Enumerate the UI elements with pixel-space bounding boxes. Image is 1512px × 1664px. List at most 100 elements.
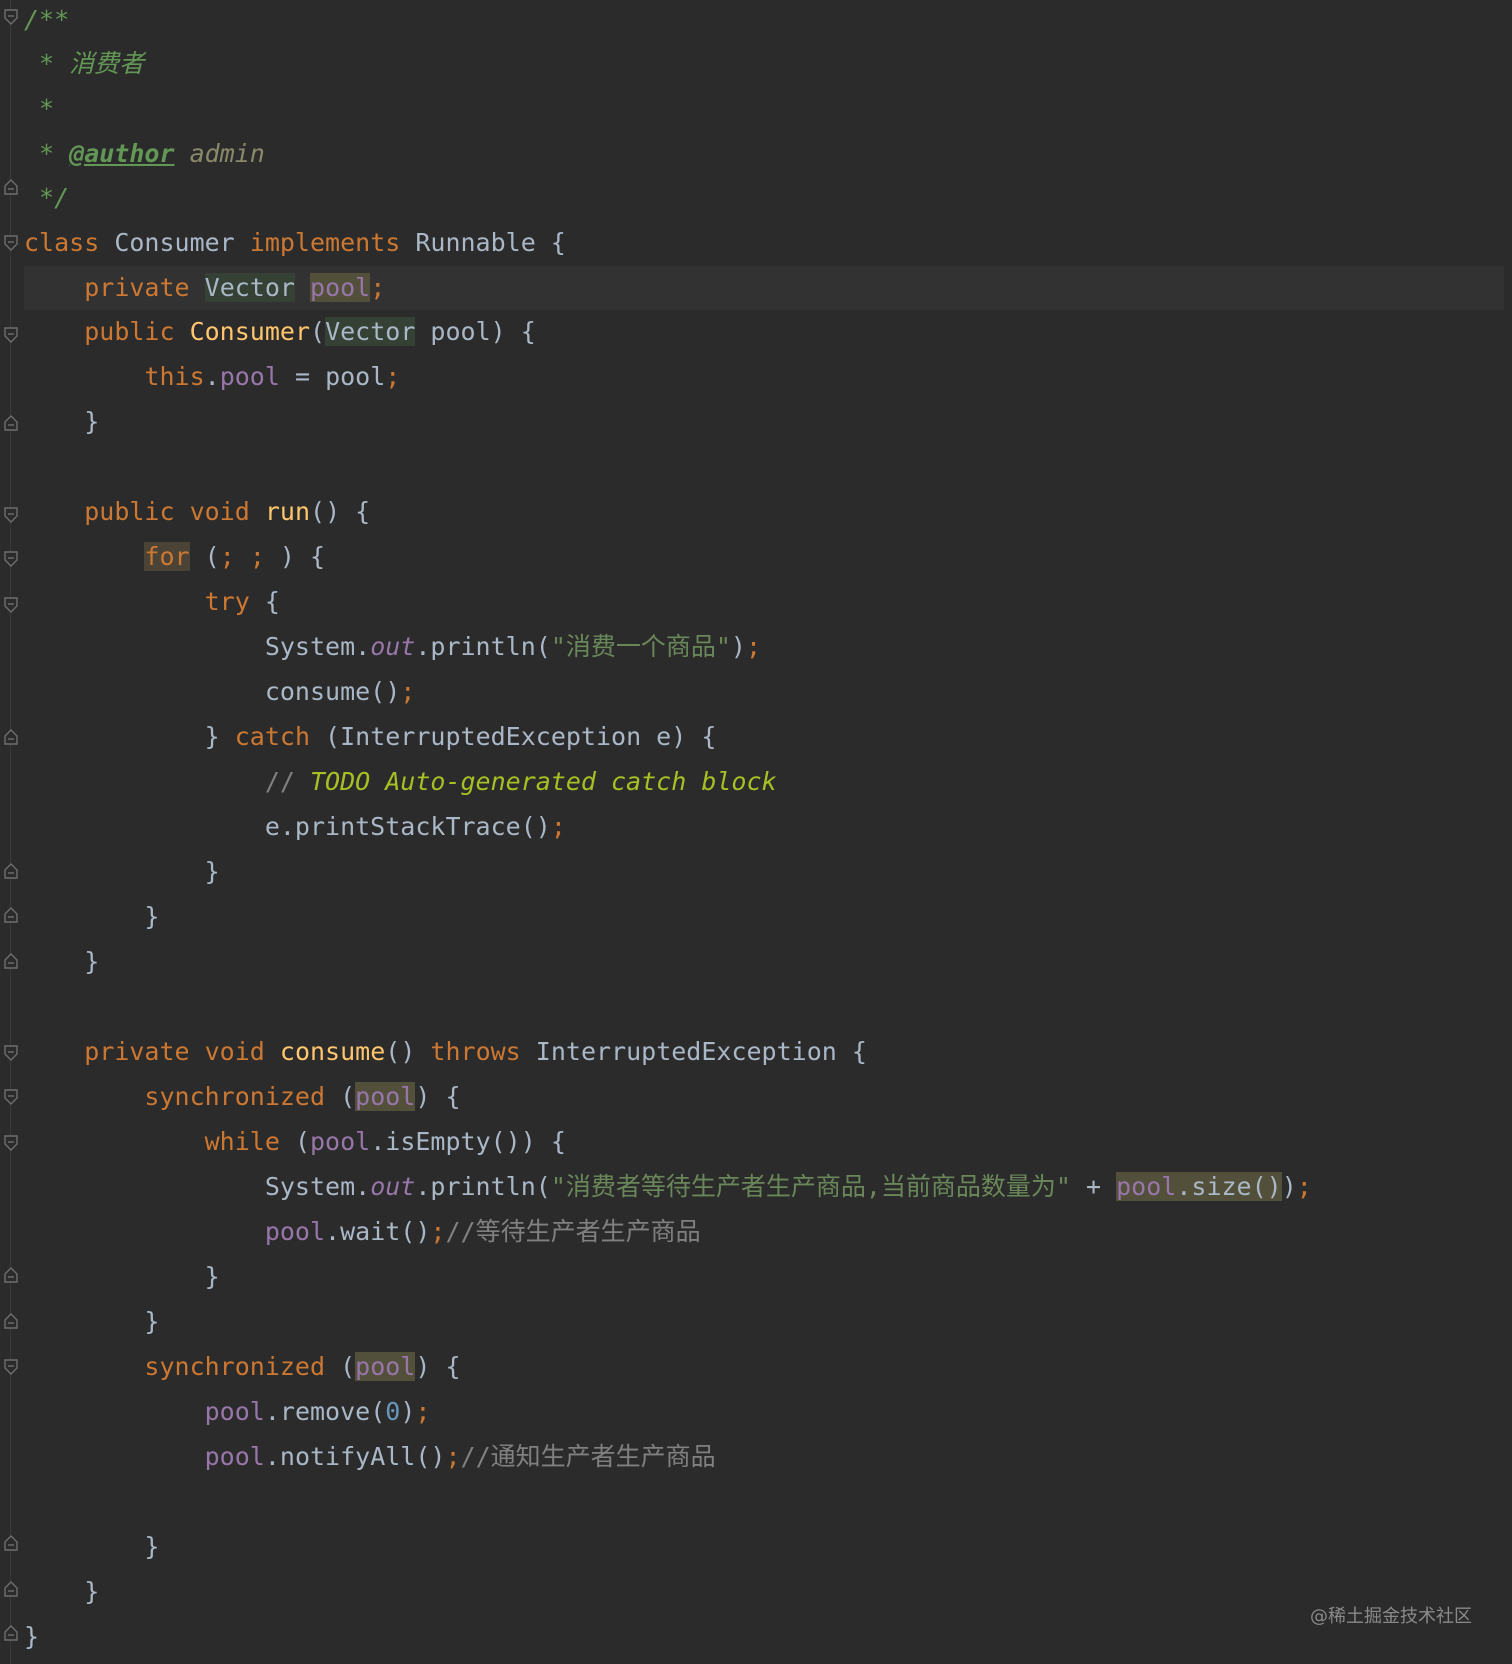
code-text: .println( <box>415 1172 551 1201</box>
static-field: out <box>370 1172 416 1201</box>
code-line: pool.notifyAll();//通知生产者生产商品 <box>24 1435 1504 1479</box>
fold-close-icon[interactable] <box>2 1580 20 1598</box>
code-text: ( <box>325 1082 356 1111</box>
code-line: public void run() { <box>24 490 1504 534</box>
code-line: System.out.println("消费者等待生产者生产商品,当前商品数量为… <box>24 1165 1504 1209</box>
code-text: System. <box>264 1172 371 1201</box>
code-line: pool.remove(0); <box>24 1390 1504 1434</box>
fold-open-icon[interactable] <box>2 234 20 252</box>
keyword: try <box>204 587 250 616</box>
fold-close-icon[interactable] <box>2 178 20 196</box>
fold-open-icon[interactable] <box>2 1088 20 1106</box>
code-line: * @author admin <box>24 132 1504 176</box>
fold-open-icon[interactable] <box>2 506 20 524</box>
code-line: } <box>24 400 1504 444</box>
doc-comment: */ <box>24 183 70 212</box>
fold-open-icon[interactable] <box>2 1134 20 1152</box>
static-field: out <box>370 632 416 661</box>
code-line: consume(); <box>24 670 1504 714</box>
code-text: .wait() <box>325 1217 431 1246</box>
code-area[interactable]: /** * 消费者 * * @author admin */ class Con… <box>24 0 1504 1664</box>
javadoc-tag: @author <box>69 139 175 168</box>
code-text: .remove( <box>264 1397 386 1426</box>
fold-close-icon[interactable] <box>2 728 20 746</box>
code-line: // TODO Auto-generated catch block <box>24 760 1504 804</box>
code-line: } <box>24 895 1504 939</box>
fold-close-icon[interactable] <box>2 1624 20 1642</box>
code-line: class Consumer implements Runnable { <box>24 221 1504 265</box>
code-line: } <box>24 940 1504 984</box>
code-text: () <box>385 1037 431 1066</box>
keyword: public <box>84 317 175 346</box>
string-literal: "消费一个商品" <box>550 632 731 661</box>
number-literal: 0 <box>385 1397 401 1426</box>
code-text: ) { <box>264 542 326 571</box>
fold-close-icon[interactable] <box>2 952 20 970</box>
doc-comment: * <box>24 139 70 168</box>
fold-open-icon[interactable] <box>2 8 20 26</box>
code-line: } catch (InterruptedException e) { <box>24 715 1504 759</box>
code-text: } <box>24 947 100 976</box>
keyword: private void <box>84 1037 265 1066</box>
field-name: pool <box>310 273 371 302</box>
code-line: } <box>24 1570 1504 1614</box>
code-line: e.printStackTrace(); <box>24 805 1504 849</box>
doc-comment: /** <box>24 5 70 34</box>
fold-close-icon[interactable] <box>2 862 20 880</box>
code-text: ) <box>1281 1172 1297 1201</box>
code-text: Runnable { <box>400 228 566 257</box>
code-text: + <box>1070 1172 1117 1201</box>
code-text: = pool <box>279 362 386 391</box>
current-line: private Vector pool; <box>24 266 1504 310</box>
fold-open-icon[interactable] <box>2 1358 20 1376</box>
code-text: ) { <box>415 1352 461 1381</box>
fold-close-icon[interactable] <box>2 1266 20 1284</box>
fold-close-icon[interactable] <box>2 1312 20 1330</box>
fold-open-icon[interactable] <box>2 596 20 614</box>
fold-open-icon[interactable] <box>2 1044 20 1062</box>
keyword: class <box>24 228 100 257</box>
code-text: { <box>249 587 280 616</box>
code-line: pool.wait();//等待生产者生产商品 <box>24 1210 1504 1254</box>
code-text: .isEmpty()) { <box>370 1127 566 1156</box>
semicolon: ; <box>445 1442 461 1471</box>
field-name: pool <box>204 1397 265 1426</box>
code-line: for (; ; ) { <box>24 535 1504 579</box>
fold-close-icon[interactable] <box>2 1534 20 1552</box>
semicolon: ; <box>370 273 386 302</box>
code-line: } <box>24 850 1504 894</box>
keyword: this <box>144 362 205 391</box>
code-editor[interactable]: /** * 消费者 * * @author admin */ class Con… <box>0 0 1512 1664</box>
fold-open-icon[interactable] <box>2 326 20 344</box>
code-line: } <box>24 1525 1504 1569</box>
code-text: ( <box>310 317 326 346</box>
semicolon: ; <box>415 1397 431 1426</box>
code-text: .notifyAll() <box>264 1442 446 1471</box>
code-text: ) { <box>415 1082 461 1111</box>
keyword: implements <box>249 228 401 257</box>
code-text: } <box>24 1577 100 1606</box>
code-line: */ <box>24 176 1504 220</box>
fold-close-icon[interactable] <box>2 906 20 924</box>
code-text: (InterruptedException e) { <box>310 722 717 751</box>
code-text: ( <box>325 1352 356 1381</box>
todo-comment: TODO Auto-generated catch block <box>309 767 777 796</box>
code-text: ( <box>279 1127 310 1156</box>
fold-open-icon[interactable] <box>2 550 20 568</box>
fold-close-icon[interactable] <box>2 414 20 432</box>
keyword: synchronized <box>144 1352 326 1381</box>
doc-comment: * <box>24 94 55 123</box>
code-text: } <box>24 1532 160 1561</box>
